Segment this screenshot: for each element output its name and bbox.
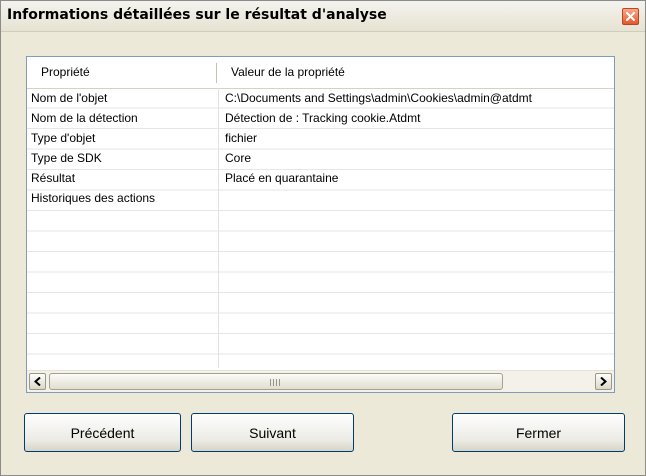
table-row[interactable]: Nom de la détection Détection de : Track…: [27, 108, 614, 128]
property-name: Résultat: [31, 171, 76, 185]
property-value: [225, 190, 614, 206]
column-divider[interactable]: [216, 63, 217, 83]
close-button[interactable]: Fermer: [452, 413, 625, 452]
table-row[interactable]: Nom de l'objet C:\Documents and Settings…: [27, 88, 614, 108]
list-header: Propriété Valeur de la propriété: [27, 57, 614, 89]
scroll-right-button[interactable]: [595, 373, 612, 390]
property-name: Historiques des actions: [31, 191, 156, 205]
table-row[interactable]: Type d'objet fichier: [27, 128, 614, 148]
table-row[interactable]: Historiques des actions: [27, 188, 614, 208]
close-window-button[interactable]: [622, 8, 639, 25]
property-name: Nom de l'objet: [31, 91, 108, 105]
scroll-left-button[interactable]: [29, 373, 46, 390]
next-button[interactable]: Suivant: [191, 413, 354, 452]
arrow-right-icon: [600, 377, 607, 386]
property-value: fichier: [225, 131, 258, 145]
list-rows: Nom de l'objet C:\Documents and Settings…: [27, 88, 614, 368]
previous-button[interactable]: Précédent: [24, 413, 181, 452]
property-name: Type d'objet: [31, 131, 96, 145]
table-row[interactable]: Type de SDK Core: [27, 148, 614, 168]
column-header-property[interactable]: Propriété: [41, 57, 90, 88]
title-bar[interactable]: Informations détaillées sur le résultat …: [1, 1, 645, 32]
property-value: C:\Documents and Settings\admin\Cookies\…: [225, 91, 532, 105]
property-value: Core: [225, 151, 252, 165]
grip-icon: [270, 379, 284, 386]
dialog-title: Informations détaillées sur le résultat …: [7, 7, 387, 23]
property-list[interactable]: Propriété Valeur de la propriété Nom de …: [26, 56, 615, 393]
column-header-value[interactable]: Valeur de la propriété: [231, 57, 345, 88]
property-value: Détection de : Tracking cookie.Atdmt: [225, 111, 421, 125]
property-name: Nom de la détection: [31, 111, 138, 125]
details-dialog: Informations détaillées sur le résultat …: [0, 0, 646, 476]
column-gridline: [218, 88, 219, 368]
property-value: Placé en quarantaine: [225, 171, 339, 185]
property-name: Type de SDK: [31, 151, 102, 165]
table-row[interactable]: Résultat Placé en quarantaine: [27, 168, 614, 188]
arrow-left-icon: [34, 377, 41, 386]
horizontal-scrollbar[interactable]: [27, 370, 614, 392]
scroll-thumb[interactable]: [49, 373, 503, 390]
close-icon: [626, 12, 635, 21]
